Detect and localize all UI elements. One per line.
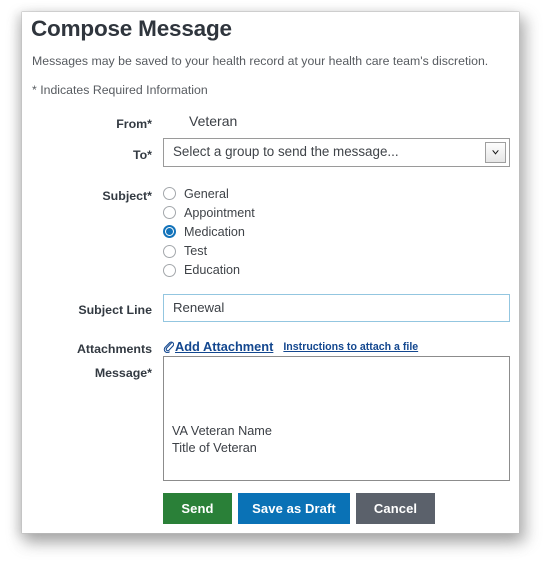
from-label: From*: [116, 117, 152, 131]
subject-option-general[interactable]: General: [163, 184, 255, 203]
select-dropdown-button[interactable]: [485, 142, 506, 163]
radio-icon-selected[interactable]: [163, 225, 176, 239]
subject-line-label: Subject Line: [78, 303, 152, 317]
recipient-group-select-value: Select a group to send the message...: [173, 144, 399, 159]
subject-option-appointment[interactable]: Appointment: [163, 203, 255, 222]
subject-option-medication[interactable]: Medication: [163, 222, 255, 241]
attachments-label: Attachments: [76, 342, 152, 356]
paperclip-icon: [163, 341, 174, 353]
attachment-instructions-link[interactable]: Instructions to attach a file: [283, 341, 418, 353]
subject-line-input[interactable]: Renewal: [163, 294, 510, 322]
page-title: Compose Message: [31, 16, 232, 41]
save-as-draft-button[interactable]: Save as Draft: [238, 493, 350, 524]
radio-icon[interactable]: [163, 187, 176, 201]
subject-option-label: General: [184, 186, 229, 201]
subject-option-label: Test: [184, 244, 208, 259]
required-info-note: * Indicates Required Information: [32, 83, 208, 97]
form-actions: Send Save as Draft Cancel: [163, 493, 435, 524]
subject-option-label: Medication: [184, 224, 245, 239]
subject-option-test[interactable]: Test: [163, 242, 255, 261]
send-button[interactable]: Send: [163, 493, 232, 524]
cancel-button[interactable]: Cancel: [356, 493, 435, 524]
disclaimer-text: Messages may be saved to your health rec…: [32, 54, 489, 68]
subject-radio-group: General Appointment Medication Test Educ…: [163, 184, 255, 280]
attachments-row: Add Attachment Instructions to attach a …: [163, 339, 418, 354]
recipient-group-select[interactable]: Select a group to send the message...: [163, 138, 510, 167]
compose-message-card: Compose Message Messages may be saved to…: [22, 12, 519, 533]
subject-option-label: Appointment: [184, 205, 255, 220]
chevron-down-icon: [492, 150, 499, 155]
message-textarea-value: VA Veteran Name Title of Veteran: [172, 424, 272, 455]
message-label: Message*: [94, 366, 152, 380]
subject-label: Subject*: [102, 189, 152, 203]
subject-line-input-value: Renewal: [173, 300, 225, 315]
add-attachment-link[interactable]: Add Attachment: [175, 339, 273, 354]
screenshot-stage: Compose Message Messages may be saved to…: [0, 0, 556, 574]
radio-icon[interactable]: [163, 263, 176, 277]
from-value: Veteran: [189, 113, 238, 129]
radio-icon[interactable]: [163, 244, 176, 258]
to-label: To*: [132, 148, 152, 162]
subject-option-education[interactable]: Education: [163, 261, 255, 280]
message-textarea[interactable]: VA Veteran Name Title of Veteran: [163, 356, 510, 481]
subject-option-label: Education: [184, 263, 241, 278]
radio-icon[interactable]: [163, 206, 176, 220]
